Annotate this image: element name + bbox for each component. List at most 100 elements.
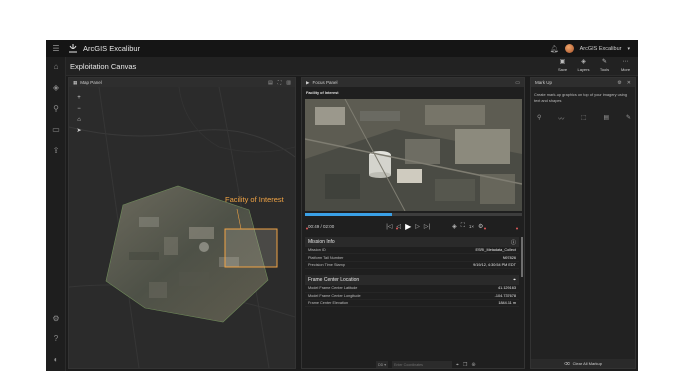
layers-label: Layers — [577, 67, 590, 72]
top-bar: ☰ ArcGIS Excalibur 🔔︎ ArcGIS Excalibur ▾ — [46, 40, 638, 57]
markup-tools: ⚲ 〰 ⬚ ▤ ✎ — [537, 114, 631, 123]
chevron-down-icon[interactable]: ▾ — [627, 46, 630, 52]
theme-icon[interactable]: ◐ — [51, 355, 61, 365]
map-icon: ▦ — [73, 79, 78, 85]
table-row: Frame Center Elevation 1844.11 m — [305, 300, 519, 308]
map-view[interactable]: + − ⌂ ➤ Facility of Interest — [69, 87, 295, 368]
home-icon[interactable]: ⌂ — [51, 62, 61, 72]
skip-back-icon[interactable]: |◁ — [386, 223, 392, 230]
clear-all-markup-button[interactable]: ⌫ Clear All Markup — [531, 359, 635, 368]
skip-forward-icon[interactable]: ▷| — [424, 223, 430, 230]
window-icon[interactable]: ▭ — [515, 80, 520, 86]
expand-icon[interactable]: ⛶ — [278, 80, 282, 86]
home-extent-icon[interactable]: ⌂ — [75, 115, 83, 126]
row-value: ESRI_Metadata_Collect — [475, 248, 516, 253]
page-header: Exploitation Canvas ▣ Save ◈ Layers ✎ Tools… — [66, 57, 638, 76]
coordinate-search-placeholder: Enter Coordinates — [394, 362, 423, 367]
compass-icon[interactable]: ➤ — [75, 126, 83, 137]
facility-box[interactable] — [224, 228, 278, 268]
row-value: 1844.11 m — [498, 301, 516, 306]
menu-icon[interactable]: ☰ — [46, 44, 66, 53]
briefcase-icon[interactable]: ▭ — [51, 125, 61, 135]
zoom-out-icon[interactable]: − — [75, 104, 83, 115]
video-frame — [305, 99, 522, 211]
metadata-scrollbar[interactable] — [521, 237, 523, 277]
row-value: 41.129163 — [498, 286, 516, 291]
map-panel-title: Map Panel — [80, 80, 102, 85]
video-player[interactable] — [305, 99, 522, 211]
frame-center-header[interactable]: Frame Center Location ⌖ — [305, 275, 519, 286]
zoom-in-icon[interactable]: + — [75, 93, 83, 104]
facility-annotation-label: Facility of Interest — [225, 195, 284, 204]
tools-icon: ✎ — [601, 59, 608, 65]
user-name[interactable]: ArcGIS Excalibur — [580, 46, 622, 52]
layers-button[interactable]: ◈ Layers — [573, 58, 594, 72]
row-label: Model Frame Center Latitude — [308, 286, 358, 291]
video-settings-icon[interactable]: ⚙ — [478, 223, 483, 230]
row-value: -104.737678 — [494, 293, 516, 298]
panel-options-icon[interactable]: ▥ — [286, 80, 291, 86]
page-title: Exploitation Canvas — [70, 62, 137, 71]
step-back-icon[interactable]: ◁ — [396, 223, 401, 230]
app-logo-icon — [66, 43, 80, 55]
locate-icon[interactable]: ⌖ — [456, 362, 459, 368]
markup-panel-header: Mark Up ⚙ ✕ — [531, 78, 635, 87]
coordinate-search-input[interactable]: Enter Coordinates — [392, 361, 453, 368]
video-icon: ▶ — [306, 79, 310, 85]
video-controls: 00:49 / 02:00 |◁ ◁ ▶ ▷ ▷| ◈ ⛶ 1× ⚙ — [305, 219, 522, 233]
map-panel-header: ▦ Map Panel ▤ ⛶ ▥ — [69, 78, 295, 87]
coordinate-format-value: DD — [378, 362, 384, 367]
step-forward-icon[interactable]: ▷ — [415, 223, 420, 230]
row-value: N97826 — [502, 255, 516, 260]
notification-bell-icon[interactable]: 🔔︎ — [550, 45, 559, 53]
zoom-controls: + − ⌂ ➤ — [75, 93, 83, 137]
search-icon[interactable]: ⚲ — [51, 104, 61, 114]
shape-tool-icon[interactable]: ⬚ — [581, 114, 587, 123]
mission-info-header[interactable]: Mission Info ⓘ — [305, 237, 519, 247]
video-time: 00:49 / 02:00 — [308, 223, 335, 229]
video-progress-bar[interactable] — [305, 213, 522, 216]
clear-all-markup-label: Clear All Markup — [572, 361, 602, 366]
table-row: Platform Tail Number N97826 — [305, 254, 519, 262]
settings-icon[interactable]: ⚙ — [51, 314, 61, 324]
more-button[interactable]: ⋯ More — [615, 58, 636, 72]
left-nav: ⌂ ◈ ⚲ ▭ ⇪ ⚙ ? ◐ — [46, 57, 66, 371]
point-tool-icon[interactable]: ⚲ — [537, 114, 541, 123]
avatar[interactable] — [564, 44, 574, 53]
markup-panel-title: Mark Up — [535, 80, 553, 85]
save-icon: ▣ — [559, 59, 566, 65]
table-row: Mission ID ESRI_Metadata_Collect — [305, 247, 519, 255]
more-label: More — [620, 67, 631, 72]
polyline-tool-icon[interactable]: 〰 — [558, 114, 564, 123]
grid-icon[interactable]: ▤ — [268, 80, 273, 86]
row-label: Precision Time Stamp — [308, 262, 345, 267]
layers-video-icon[interactable]: ◈ — [452, 223, 457, 230]
coordinate-format-select[interactable]: DD ▾ — [376, 361, 389, 368]
markup-settings-icon[interactable]: ⚙ — [617, 80, 621, 86]
tools-button[interactable]: ✎ Tools — [594, 58, 615, 72]
status-bar: DD ▾ Enter Coordinates ⌖ ❐ ⊕ — [376, 360, 526, 369]
help-icon[interactable]: ? — [51, 334, 61, 344]
table-row: Model Frame Center Latitude 41.129163 — [305, 285, 519, 293]
progress-fill — [305, 213, 392, 216]
save-button[interactable]: ▣ Save — [552, 58, 573, 72]
map-panel: ▦ Map Panel ▤ ⛶ ▥ + − ⌂ ➤ Facility of In… — [68, 77, 296, 369]
eraser-icon: ⌫ — [564, 361, 570, 366]
focus-panel-title: Focus Panel — [312, 80, 338, 85]
app-window: ☰ ArcGIS Excalibur 🔔︎ ArcGIS Excalibur ▾… — [46, 40, 638, 371]
playback-rate[interactable]: 1× — [469, 224, 474, 229]
fullscreen-icon[interactable]: ⛶ — [461, 223, 465, 230]
focus-panel-header: ▶ Focus Panel ▭ — [302, 78, 524, 87]
table-row: Precision Time Stamp 9/19/12, 4:30:54 PM … — [305, 262, 519, 270]
text-tool-icon[interactable]: ▤ — [603, 114, 609, 123]
copy-icon[interactable]: ❐ — [463, 362, 467, 368]
target-icon[interactable]: ⊕ — [471, 362, 475, 368]
crosshair-icon[interactable]: ⌖ — [513, 277, 516, 283]
layers-nav-icon[interactable]: ◈ — [51, 83, 61, 93]
close-icon[interactable]: ✕ — [627, 80, 631, 86]
tools-label: Tools — [599, 67, 610, 72]
pen-tool-icon[interactable]: ✎ — [626, 114, 631, 123]
info-icon[interactable]: ⓘ — [511, 239, 516, 246]
play-icon[interactable]: ▶ — [405, 222, 411, 231]
upload-icon[interactable]: ⇪ — [51, 146, 61, 156]
